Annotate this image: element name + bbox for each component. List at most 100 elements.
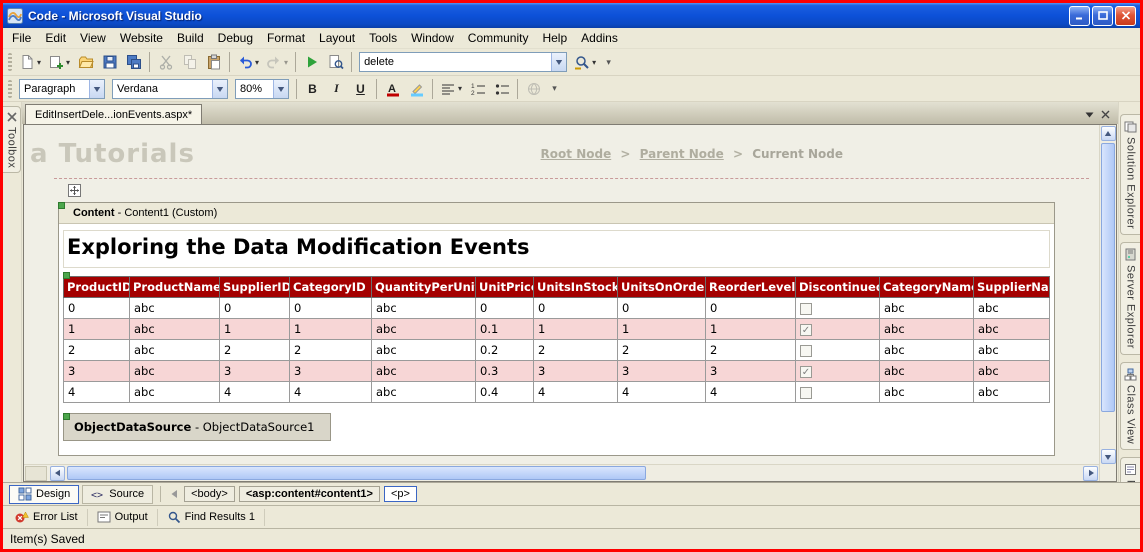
- scrollbar-track[interactable]: [1100, 142, 1116, 448]
- menu-debug[interactable]: Debug: [211, 28, 260, 48]
- menu-edit[interactable]: Edit: [38, 28, 73, 48]
- discontinued-checkbox[interactable]: [800, 387, 812, 399]
- tag-chip[interactable]: <p>: [384, 486, 417, 502]
- horizontal-scrollbar[interactable]: [24, 464, 1099, 481]
- panel-tab-find-results-1[interactable]: Find Results 1: [158, 509, 265, 526]
- menu-format[interactable]: Format: [260, 28, 312, 48]
- vertical-scrollbar[interactable]: [1099, 125, 1116, 481]
- start-debug-button[interactable]: [300, 51, 323, 73]
- scrollbar-thumb[interactable]: [67, 466, 646, 480]
- right-tab-class-view[interactable]: Class View: [1120, 362, 1140, 450]
- menu-addins[interactable]: Addins: [574, 28, 625, 48]
- tab-close-icon[interactable]: [1101, 110, 1110, 119]
- menu-window[interactable]: Window: [404, 28, 461, 48]
- content-control-header[interactable]: Content - Content1 (Custom): [59, 203, 1054, 224]
- scrollbar-track[interactable]: [66, 465, 1082, 481]
- grid-cell: abc: [974, 361, 1050, 382]
- output-icon: [97, 510, 111, 524]
- discontinued-checkbox[interactable]: ✓: [800, 366, 812, 378]
- numbered-list-button[interactable]: 12: [466, 78, 489, 100]
- tag-chip[interactable]: <asp:content#content1>: [239, 486, 380, 502]
- standard-toolbar: ▾▾▾▾delete▾▾: [3, 49, 1140, 76]
- grid-cell: 0: [290, 298, 372, 319]
- menu-view[interactable]: View: [73, 28, 113, 48]
- objectdatasource-control[interactable]: ObjectDataSource - ObjectDataSource1: [63, 413, 331, 441]
- document-tab[interactable]: EditInsertDele...ionEvents.aspx*: [25, 104, 202, 124]
- tag-nav-back-icon[interactable]: [171, 490, 178, 498]
- scrollbar-thumb[interactable]: [1101, 143, 1115, 412]
- redo-button[interactable]: ▾: [263, 51, 291, 73]
- dropdown-arrow-icon[interactable]: [212, 80, 227, 98]
- save-button[interactable]: [98, 51, 121, 73]
- find-options-button[interactable]: ▾: [571, 51, 599, 73]
- breadcrumb-parent[interactable]: Parent Node: [640, 147, 724, 161]
- title-bar[interactable]: Code - Microsoft Visual Studio: [3, 3, 1140, 28]
- underline-button[interactable]: U: [349, 78, 372, 100]
- dropdown-arrow-icon[interactable]: [551, 53, 566, 71]
- scroll-up-icon[interactable]: [1101, 126, 1116, 141]
- scroll-left-icon[interactable]: [50, 466, 65, 481]
- block-format-combo[interactable]: Paragraph: [19, 79, 105, 99]
- tab-list-dropdown-icon[interactable]: [1085, 112, 1094, 118]
- menu-community[interactable]: Community: [461, 28, 536, 48]
- move-handle-icon[interactable]: [68, 184, 81, 197]
- hyperlink-button[interactable]: [522, 78, 545, 100]
- view-in-browser-button[interactable]: [324, 51, 347, 73]
- scroll-right-icon[interactable]: [1083, 466, 1098, 481]
- minimize-button[interactable]: [1069, 6, 1090, 26]
- standard-toolbar-options[interactable]: ▾: [602, 51, 615, 73]
- add-new-item-button[interactable]: ▾: [45, 51, 73, 73]
- discontinued-checkbox[interactable]: [800, 303, 812, 315]
- master-page-title: a Tutorials: [30, 139, 195, 169]
- tag-chip[interactable]: <body>: [184, 486, 235, 502]
- dropdown-arrow-icon[interactable]: [273, 80, 288, 98]
- breadcrumb-root[interactable]: Root Node: [541, 147, 612, 161]
- source-view-button[interactable]: <> Source: [82, 485, 153, 504]
- panel-tab-error-list[interactable]: Error List: [6, 509, 88, 526]
- panel-tab-output[interactable]: Output: [88, 509, 158, 526]
- find-combo[interactable]: delete: [359, 52, 567, 72]
- new-file-button[interactable]: ▾: [16, 51, 44, 73]
- right-tab-server-explorer[interactable]: Server Explorer: [1120, 242, 1140, 355]
- design-view-label: Design: [36, 488, 70, 500]
- design-view-button[interactable]: Design: [9, 485, 79, 504]
- alignment-button[interactable]: ▾: [437, 78, 465, 100]
- bold-button[interactable]: B: [301, 78, 324, 100]
- font-size-combo[interactable]: 80%: [235, 79, 289, 99]
- menu-tools[interactable]: Tools: [362, 28, 404, 48]
- right-tab-solution-explorer[interactable]: Solution Explorer: [1120, 114, 1140, 235]
- format-toolbar-options[interactable]: ▾: [548, 78, 561, 100]
- bullet-list-button[interactable]: [490, 78, 513, 100]
- splitter-box[interactable]: [25, 466, 47, 481]
- discontinued-checkbox[interactable]: ✓: [800, 324, 812, 336]
- undo-button[interactable]: ▾: [234, 51, 262, 73]
- open-file-button[interactable]: [74, 51, 97, 73]
- scroll-down-icon[interactable]: [1101, 449, 1116, 464]
- content-control[interactable]: Content - Content1 (Custom) Exploring th…: [58, 202, 1055, 456]
- grid-cell: 0: [534, 298, 618, 319]
- maximize-button[interactable]: [1092, 6, 1113, 26]
- save-all-button[interactable]: [122, 51, 145, 73]
- menu-layout[interactable]: Layout: [312, 28, 362, 48]
- menu-website[interactable]: Website: [113, 28, 170, 48]
- cut-button[interactable]: [154, 51, 177, 73]
- design-surface[interactable]: a Tutorials Root Node > Parent Node > Cu…: [24, 125, 1099, 464]
- font-color-button[interactable]: A: [381, 78, 404, 100]
- discontinued-checkbox[interactable]: [800, 345, 812, 357]
- dropdown-arrow-icon[interactable]: [89, 80, 104, 98]
- copy-button[interactable]: [178, 51, 201, 73]
- gridview-control[interactable]: ProductIDProductNameSupplierIDCategoryID…: [63, 276, 1050, 403]
- grid-cell: 2: [618, 340, 706, 361]
- toolbox-tab[interactable]: Toolbox: [3, 106, 21, 173]
- menu-build[interactable]: Build: [170, 28, 211, 48]
- close-button[interactable]: [1115, 6, 1136, 26]
- paste-button[interactable]: [202, 51, 225, 73]
- menu-help[interactable]: Help: [535, 28, 574, 48]
- menu-file[interactable]: File: [5, 28, 38, 48]
- toolbar-drag-handle[interactable]: [8, 80, 12, 98]
- italic-button[interactable]: I: [325, 78, 348, 100]
- column-header-unitsinstock: UnitsInStock: [534, 277, 618, 298]
- font-name-combo[interactable]: Verdana: [112, 79, 228, 99]
- toolbar-drag-handle[interactable]: [8, 53, 12, 71]
- highlight-button[interactable]: [405, 78, 428, 100]
